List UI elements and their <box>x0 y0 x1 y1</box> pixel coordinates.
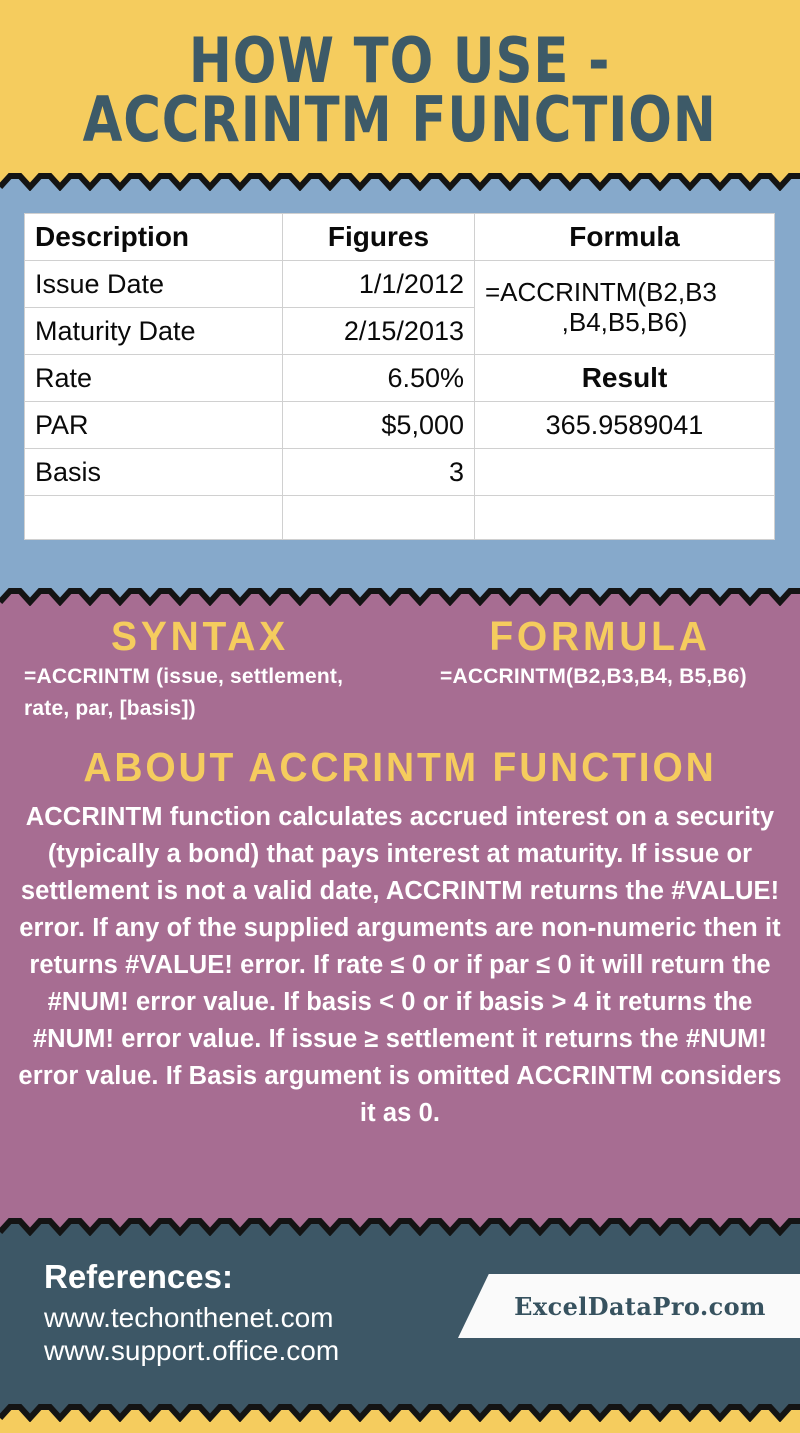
syntax-text: =ACCRINTM (issue, settlement, rate, par,… <box>24 665 344 720</box>
table-row-blank <box>24 495 775 540</box>
brand-banner[interactable]: ExcelDataPro.com <box>458 1274 800 1338</box>
cell-description-rate: Rate <box>24 354 283 402</box>
accrintm-example-table: Description Figures Formula Issue Date 1… <box>24 213 775 540</box>
zigzag-divider-header <box>0 173 800 191</box>
table-row: Rate 6.50% Result <box>24 354 775 402</box>
cell-description-basis: Basis <box>24 448 283 496</box>
cell-description-issue-date: Issue Date <box>24 260 283 308</box>
column-header-description: Description <box>24 213 283 261</box>
syntax-column: SYNTAX =ACCRINTM (issue, settlement, rat… <box>0 614 400 724</box>
cell-result-value: 365.9589041 <box>474 401 775 449</box>
page-title-line2: ACCRINTM FUNCTION <box>82 83 718 156</box>
cell-figure-rate: 6.50% <box>282 354 475 402</box>
about-heading: ABOUT ACCRINTM FUNCTION <box>83 744 717 790</box>
table-row: Basis 3 <box>24 448 775 496</box>
cell-blank-description <box>24 495 283 540</box>
reference-link-1[interactable]: www.techonthenet.com <box>44 1301 339 1334</box>
cell-figure-maturity-date: 2/15/2013 <box>282 307 475 355</box>
about-text: ACCRINTM function calculates accrued int… <box>18 803 782 1127</box>
reference-link-2[interactable]: www.support.office.com <box>44 1334 339 1367</box>
footer-section: References: www.techonthenet.com www.sup… <box>0 1226 800 1412</box>
cell-blank-formula <box>474 495 775 540</box>
header-banner: HOW TO USE - ACCRINTM FUNCTION <box>0 0 800 182</box>
table-section: Description Figures Formula Issue Date 1… <box>0 182 800 596</box>
formula-heading: FORMULA <box>489 613 711 659</box>
formula-text: =ACCRINTM(B2,B3,B4, B5,B6) <box>440 665 747 689</box>
cell-figure-basis: 3 <box>282 448 475 496</box>
table-row: PAR $5,000 365.9589041 <box>24 401 775 449</box>
table-row: Issue Date 1/1/2012 =ACCRINTM(B2,B3 ,B4,… <box>24 260 775 355</box>
column-header-figures: Figures <box>282 213 475 261</box>
references-block: References: www.techonthenet.com www.sup… <box>44 1258 339 1367</box>
syntax-heading: SYNTAX <box>111 613 289 659</box>
cell-figure-issue-date: 1/1/2012 <box>282 260 475 308</box>
zigzag-divider-table <box>0 588 800 606</box>
cell-blank-figures <box>282 495 475 540</box>
cell-description-par: PAR <box>24 401 283 449</box>
body-section: SYNTAX =ACCRINTM (issue, settlement, rat… <box>0 596 800 1226</box>
cell-empty-formula <box>474 448 775 496</box>
cell-result-label: Result <box>474 354 775 402</box>
page-title: HOW TO USE - ACCRINTM FUNCTION <box>82 30 718 156</box>
cell-description-maturity-date: Maturity Date <box>24 307 283 355</box>
zigzag-divider-bottom <box>0 1404 800 1422</box>
syntax-formula-row: SYNTAX =ACCRINTM (issue, settlement, rat… <box>0 614 800 724</box>
formula-column: FORMULA =ACCRINTM(B2,B3,B4, B5,B6) <box>400 614 800 724</box>
references-title: References: <box>44 1258 233 1295</box>
cell-figure-par: $5,000 <box>282 401 475 449</box>
zigzag-divider-footer <box>0 1218 800 1236</box>
brand-name: ExcelDataPro.com <box>514 1291 766 1321</box>
infographic-page: HOW TO USE - ACCRINTM FUNCTION Descripti… <box>0 0 800 1433</box>
formula-line-2: ,B4,B5,B6) <box>561 306 688 337</box>
column-header-formula: Formula <box>474 213 775 261</box>
formula-line-1: =ACCRINTM(B2,B3 <box>485 276 717 307</box>
table-header-row: Description Figures Formula <box>24 213 775 261</box>
cell-formula-expression: =ACCRINTM(B2,B3 ,B4,B5,B6) <box>474 260 775 355</box>
